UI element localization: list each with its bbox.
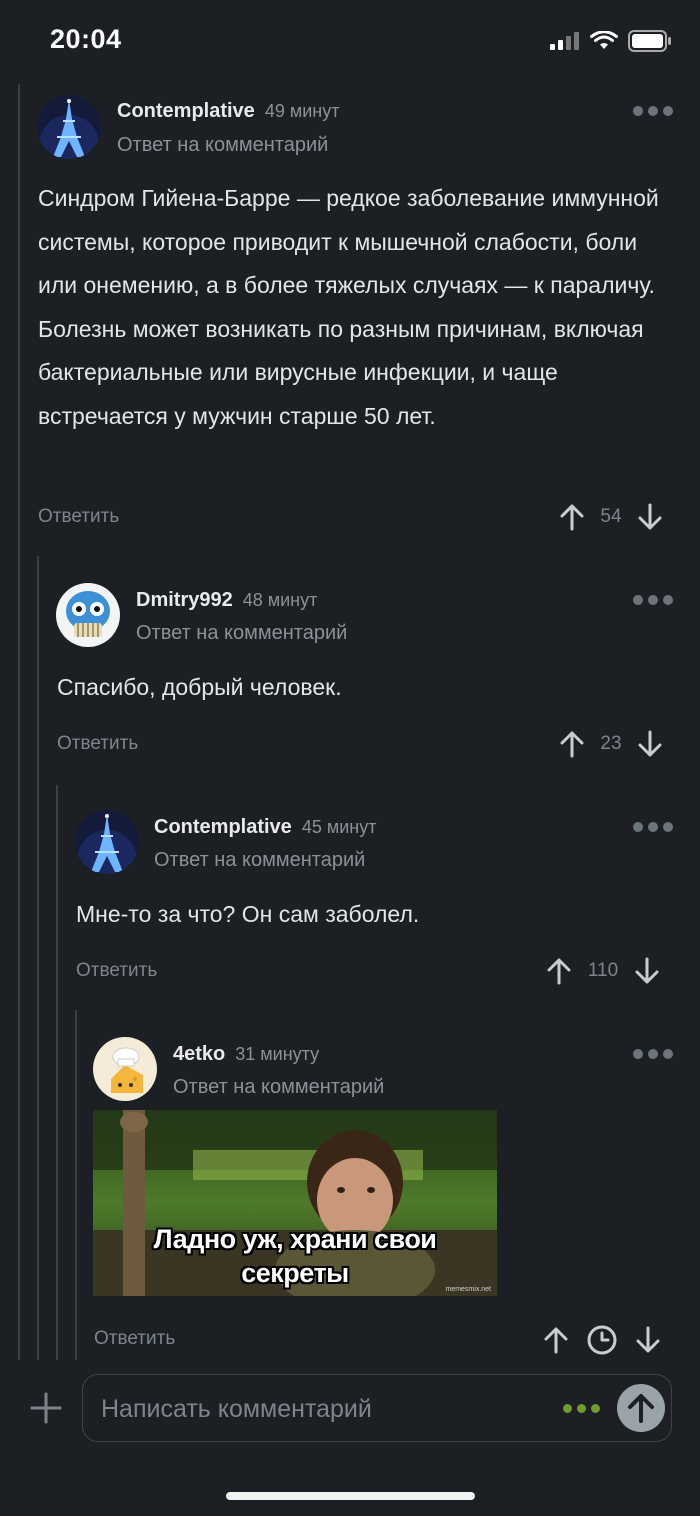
avatar[interactable] bbox=[37, 95, 101, 159]
comment-input[interactable]: Написать комментарий bbox=[82, 1374, 672, 1442]
vote-count: 54 bbox=[600, 506, 622, 527]
meme-caption-line: секреты bbox=[241, 1258, 349, 1288]
cellular-signal-icon bbox=[550, 32, 579, 50]
meme-caption-line: Ладно уж, храни свои bbox=[153, 1224, 437, 1254]
send-button[interactable] bbox=[617, 1384, 665, 1432]
reply-button[interactable]: Ответить bbox=[94, 1328, 175, 1350]
comment-text: Спасибо, добрый человек. bbox=[57, 674, 342, 700]
reply-to-label[interactable]: Ответ на комментарий bbox=[154, 849, 365, 872]
status-bar: 20:04 bbox=[0, 0, 700, 84]
comment-author[interactable]: 4etko 31 минуту bbox=[173, 1043, 319, 1066]
comment-text: Синдром Гийена-Барре — редкое заболевани… bbox=[38, 185, 659, 429]
meme-watermark: memesmix.net bbox=[445, 1286, 491, 1293]
comment-time: 45 минут bbox=[301, 817, 377, 837]
comment-time: 31 минуту bbox=[235, 1044, 320, 1064]
more-options-icon[interactable] bbox=[563, 1404, 600, 1413]
status-time: 20:04 bbox=[50, 24, 122, 54]
avatar[interactable] bbox=[75, 810, 139, 874]
home-indicator[interactable] bbox=[226, 1492, 475, 1500]
reply-to-label[interactable]: Ответ на комментарий bbox=[173, 1076, 384, 1099]
vote-count: 23 bbox=[600, 733, 622, 754]
comment-time: 49 минут bbox=[264, 101, 340, 121]
arrow-up-icon bbox=[628, 1394, 654, 1423]
thread-line-level-2 bbox=[56, 785, 58, 1360]
vote-controls bbox=[544, 1324, 660, 1356]
status-icons bbox=[550, 30, 672, 52]
vote-controls: 54 bbox=[560, 503, 662, 531]
downvote-arrow-icon[interactable] bbox=[638, 730, 662, 758]
reply-to-label[interactable]: Ответ на комментарий bbox=[136, 622, 347, 645]
thread-line-level-3 bbox=[75, 1010, 77, 1360]
upvote-arrow-icon[interactable] bbox=[547, 957, 571, 985]
chef-cheese-avatar-icon bbox=[93, 1037, 157, 1101]
meme-image[interactable]: Ладно уж, храни свои секреты memesmix.ne… bbox=[93, 1110, 497, 1296]
thread-line-level-0 bbox=[18, 84, 20, 1360]
meme-caption: Ладно уж, храни свои секреты bbox=[93, 1222, 497, 1290]
comment-time: 48 минут bbox=[242, 590, 318, 610]
vote-count: 110 bbox=[587, 960, 619, 981]
downvote-arrow-icon[interactable] bbox=[638, 503, 662, 531]
more-options-button[interactable] bbox=[633, 595, 673, 605]
more-options-button[interactable] bbox=[633, 822, 673, 832]
vote-controls: 110 bbox=[547, 957, 659, 985]
upvote-arrow-icon[interactable] bbox=[560, 503, 584, 531]
wifi-icon bbox=[590, 31, 618, 49]
vote-controls: 23 bbox=[560, 730, 662, 758]
more-options-button[interactable] bbox=[633, 1049, 673, 1059]
upvote-arrow-icon[interactable] bbox=[560, 730, 584, 758]
battery-icon bbox=[628, 30, 671, 52]
downvote-arrow-icon[interactable] bbox=[636, 1326, 660, 1354]
comment-input-placeholder: Написать комментарий bbox=[101, 1395, 372, 1423]
skull-avatar-icon bbox=[56, 583, 120, 647]
avatar[interactable] bbox=[56, 583, 120, 647]
thread-line-level-1 bbox=[37, 556, 39, 1360]
more-options-button[interactable] bbox=[633, 106, 673, 116]
add-attachment-icon[interactable] bbox=[30, 1392, 62, 1424]
comment-author[interactable]: Contemplative 49 минут bbox=[117, 100, 339, 123]
comment-author[interactable]: Dmitry992 48 минут bbox=[136, 589, 317, 612]
comment-composer: Написать комментарий bbox=[0, 1372, 700, 1452]
reply-to-label[interactable]: Ответ на комментарий bbox=[117, 134, 328, 157]
reply-button[interactable]: Ответить bbox=[57, 733, 138, 755]
comment-text: Мне-то за что? Он сам заболел. bbox=[76, 901, 420, 927]
reply-button[interactable]: Ответить bbox=[76, 960, 157, 982]
eiffel-tower-avatar-icon bbox=[75, 810, 139, 874]
eiffel-tower-avatar-icon bbox=[37, 95, 101, 159]
comment-author[interactable]: Contemplative 45 минут bbox=[154, 816, 376, 839]
downvote-arrow-icon[interactable] bbox=[635, 957, 659, 985]
avatar[interactable] bbox=[93, 1037, 157, 1101]
clock-icon bbox=[587, 1325, 617, 1355]
reply-button[interactable]: Ответить bbox=[38, 506, 119, 528]
upvote-arrow-icon[interactable] bbox=[544, 1326, 568, 1354]
